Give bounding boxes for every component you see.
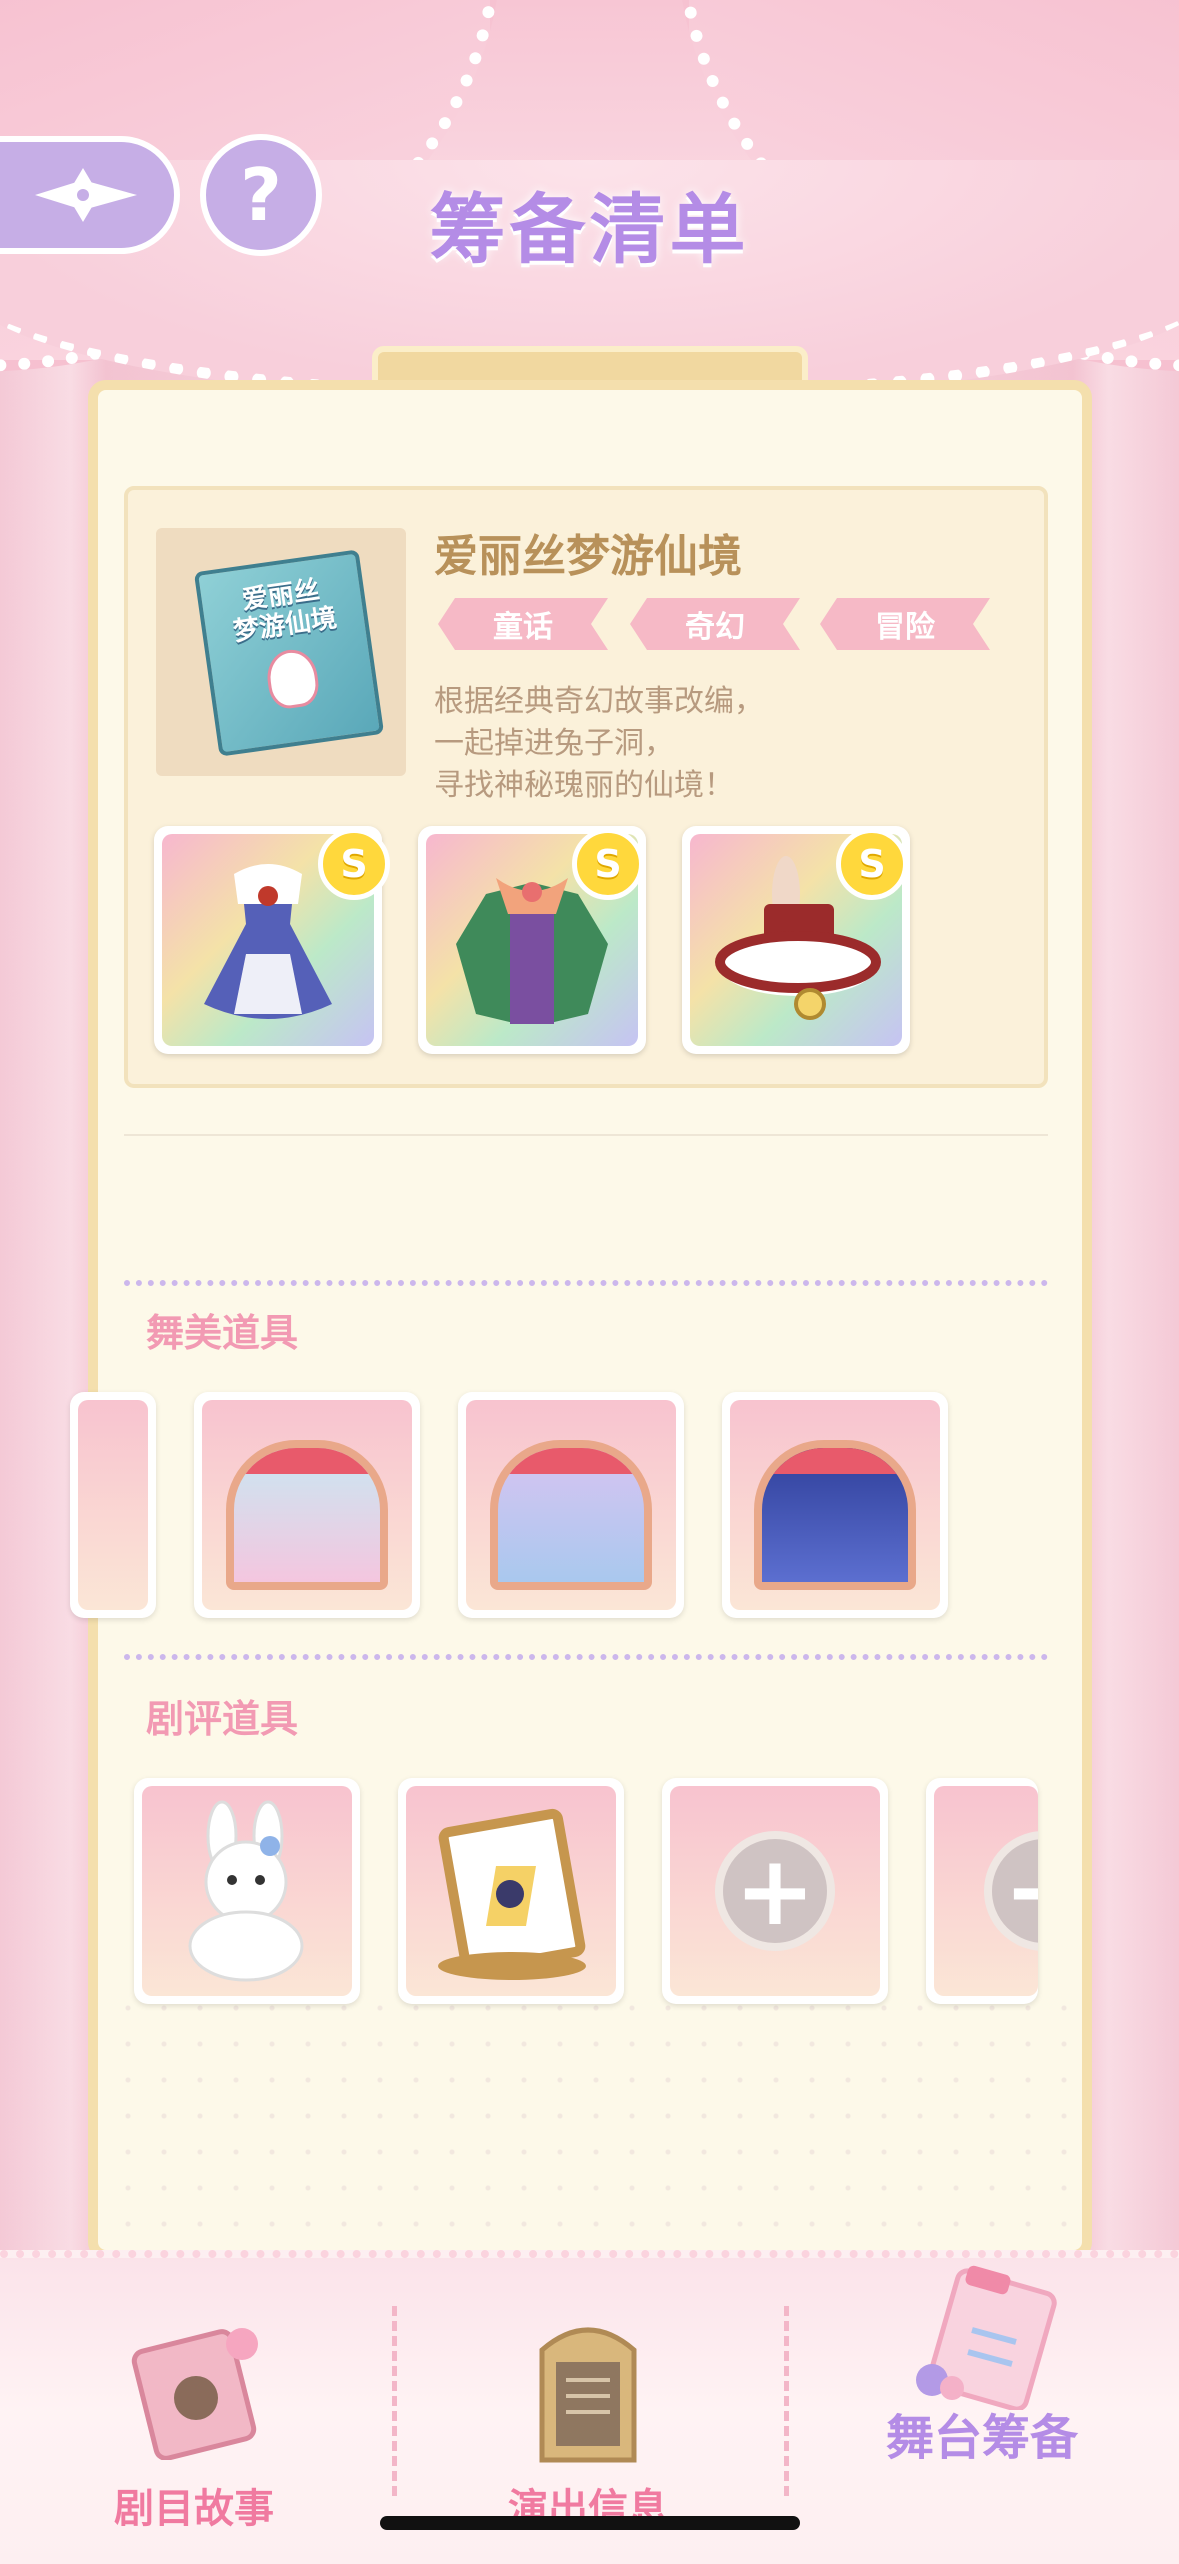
rank-s-badge: S — [572, 828, 644, 900]
review-prop-card-frame[interactable] — [398, 1778, 624, 2004]
stage-wonderland-icon — [490, 1440, 652, 1590]
plus-icon: + — [715, 1831, 835, 1951]
cover-bunny-icon — [263, 646, 322, 711]
rank-s-badge: S — [836, 828, 908, 900]
board-pattern — [110, 1990, 1070, 2240]
stage-prop-card-night[interactable] — [722, 1392, 948, 1618]
home-indicator[interactable] — [380, 2516, 800, 2530]
nav-separator — [784, 2306, 789, 2496]
review-props-title: 剧评道具 — [146, 1697, 299, 1741]
clipboard-icon — [916, 2265, 1057, 2410]
storybook-icon — [131, 2328, 258, 2460]
nav-tab-prep-active[interactable]: 舞台筹备 — [822, 2260, 1142, 2510]
back-arrow-icon — [35, 168, 137, 222]
review-prop-card-bunny[interactable] — [134, 1778, 360, 2004]
nav-tab-story[interactable]: 剧目故事 — [44, 2300, 344, 2540]
tag-fairytale: 童话 — [438, 598, 608, 650]
review-prop-slot-empty[interactable]: + — [662, 1778, 888, 2004]
tag-fantasy: 奇幻 — [630, 598, 800, 650]
notice-board-icon — [539, 2327, 637, 2463]
review-prop-slot-empty-partial[interactable]: + — [926, 1778, 1038, 2004]
stage-prop-card-wonderland[interactable] — [458, 1392, 684, 1618]
bunny-plush-icon — [188, 1800, 304, 1982]
help-button[interactable]: ? — [200, 134, 322, 256]
section-divider — [124, 1134, 1048, 1136]
rank-s-badge: S — [318, 828, 390, 900]
nav-tab-info[interactable]: 演出信息 — [438, 2300, 738, 2540]
nav-separator — [392, 2306, 397, 2496]
stage-props-title: 舞美道具 — [146, 1311, 299, 1355]
story-description-line-2: 一起掉进兔子洞， — [434, 726, 674, 761]
card-frame-icon — [438, 1808, 586, 1980]
help-icon: ? — [240, 153, 282, 237]
nav-label-story: 剧目故事 — [114, 2486, 274, 2532]
dotted-separator — [124, 1280, 1048, 1286]
stage-heart-icon — [226, 1440, 388, 1590]
back-button[interactable] — [0, 136, 180, 254]
story-title: 爱丽丝梦游仙境 — [434, 531, 742, 582]
story-description-line-1: 根据经典奇幻故事改编， — [434, 684, 764, 719]
nav-label-prep: 舞台筹备 — [885, 2410, 1078, 2466]
stage-prop-card-heart[interactable] — [194, 1392, 420, 1618]
plus-icon: + — [984, 1831, 1038, 1951]
tag-adventure: 冒险 — [820, 598, 990, 650]
story-description-line-3: 寻找神秘瑰丽的仙境！ — [434, 768, 734, 803]
dotted-separator — [124, 1654, 1048, 1660]
story-book-icon: 爱丽丝 梦游仙境 — [193, 549, 385, 757]
stage-prop-card-partial[interactable] — [70, 1392, 156, 1618]
stage-night-icon — [754, 1440, 916, 1590]
